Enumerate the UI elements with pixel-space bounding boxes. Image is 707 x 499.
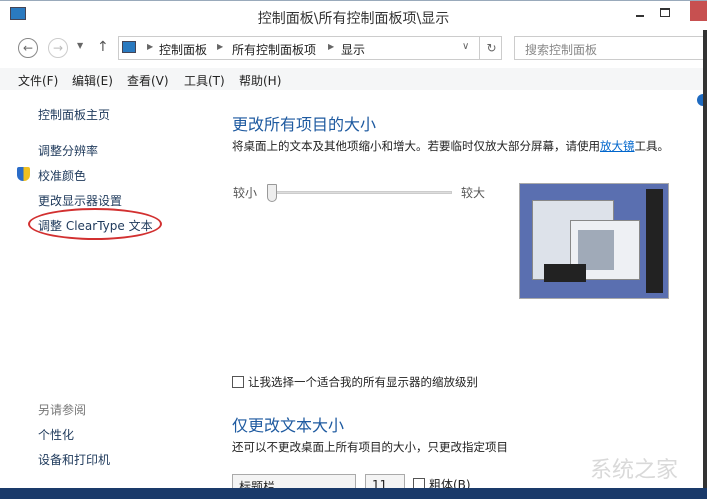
description-change-size: 将桌面上的文本及其他项缩小和增大。若要临时仅放大部分屏幕，请使用放大镜工具。 <box>232 138 669 154</box>
heading-text-size: 仅更改文本大小 <box>232 416 345 435</box>
size-slider-track[interactable] <box>270 191 452 194</box>
breadcrumb-all-items[interactable]: 所有控制面板项 <box>232 41 316 58</box>
description-text: 工具。 <box>634 139 670 153</box>
sidebar-item-calibrate-color[interactable]: 校准颜色 <box>38 167 86 184</box>
refresh-icon[interactable]: ↻ <box>479 36 503 60</box>
sidebar-item-display-settings[interactable]: 更改显示器设置 <box>38 192 122 209</box>
custom-scaling-label: 让我选择一个适合我的所有显示器的缩放级别 <box>248 375 478 389</box>
window-title: 控制面板\所有控制面板项\显示 <box>257 11 450 27</box>
address-dropdown-icon[interactable]: ∨ <box>462 41 469 52</box>
menu-help[interactable]: 帮助(H) <box>239 72 281 89</box>
sidebar-item-devices-printers[interactable]: 设备和打印机 <box>38 451 110 468</box>
slider-max-label: 较大 <box>461 186 486 200</box>
sidebar-item-personalization[interactable]: 个性化 <box>38 426 74 443</box>
description-text: 将桌面上的文本及其他项缩小和增大。若要临时仅放大部分屏幕，请使用 <box>232 139 600 153</box>
chevron-right-icon: ▶ <box>147 42 154 51</box>
menu-edit[interactable]: 编辑(E) <box>72 72 113 89</box>
red-highlight-ellipse <box>28 208 162 240</box>
magnifier-link[interactable]: 放大镜 <box>600 139 635 153</box>
back-button[interactable]: ← <box>18 38 38 58</box>
breadcrumb-display[interactable]: 显示 <box>341 41 365 58</box>
up-button[interactable]: ↑ <box>97 39 109 55</box>
menu-view[interactable]: 查看(V) <box>127 72 169 89</box>
display-preview-image <box>519 183 669 299</box>
menu-tools[interactable]: 工具(T) <box>184 72 225 89</box>
title-bar: 控制面板\所有控制面板项\显示 <box>0 0 707 30</box>
forward-button[interactable]: → <box>48 38 68 58</box>
heading-change-size: 更改所有项目的大小 <box>232 115 377 134</box>
menu-file[interactable]: 文件(F) <box>18 72 58 89</box>
taskbar-strip <box>0 488 707 499</box>
breadcrumb-control-panel[interactable]: 控制面板 <box>159 41 207 58</box>
close-button[interactable] <box>690 1 707 21</box>
shield-icon <box>17 167 30 181</box>
window-right-border <box>703 30 707 490</box>
maximize-button[interactable] <box>660 8 670 17</box>
sidebar-item-home[interactable]: 控制面板主页 <box>38 106 110 123</box>
custom-scaling-checkbox[interactable] <box>232 376 244 388</box>
sidebar-item-resolution[interactable]: 调整分辨率 <box>38 142 98 159</box>
menu-bar: 文件(F) 编辑(E) 查看(V) 工具(T) 帮助(H) <box>0 68 707 90</box>
chevron-right-icon: ▶ <box>328 42 335 51</box>
watermark-logo: 系统之家 <box>590 458 679 483</box>
minimize-button[interactable] <box>636 15 644 17</box>
see-also-heading: 另请参阅 <box>38 403 87 417</box>
recent-dropdown-icon[interactable]: ▼ <box>77 41 83 50</box>
size-slider-thumb[interactable] <box>267 184 277 202</box>
slider-min-label: 较小 <box>233 186 258 200</box>
chevron-right-icon: ▶ <box>217 42 224 51</box>
address-bar[interactable]: ▶ 控制面板 ▶ 所有控制面板项 ▶ 显示 ∨ ↻ <box>118 36 502 60</box>
search-input[interactable]: 搜索控制面板 <box>514 36 707 60</box>
description-text-size: 还可以不更改桌面上所有项目的大小，只更改指定项目 <box>232 440 508 454</box>
control-panel-icon <box>122 41 136 53</box>
